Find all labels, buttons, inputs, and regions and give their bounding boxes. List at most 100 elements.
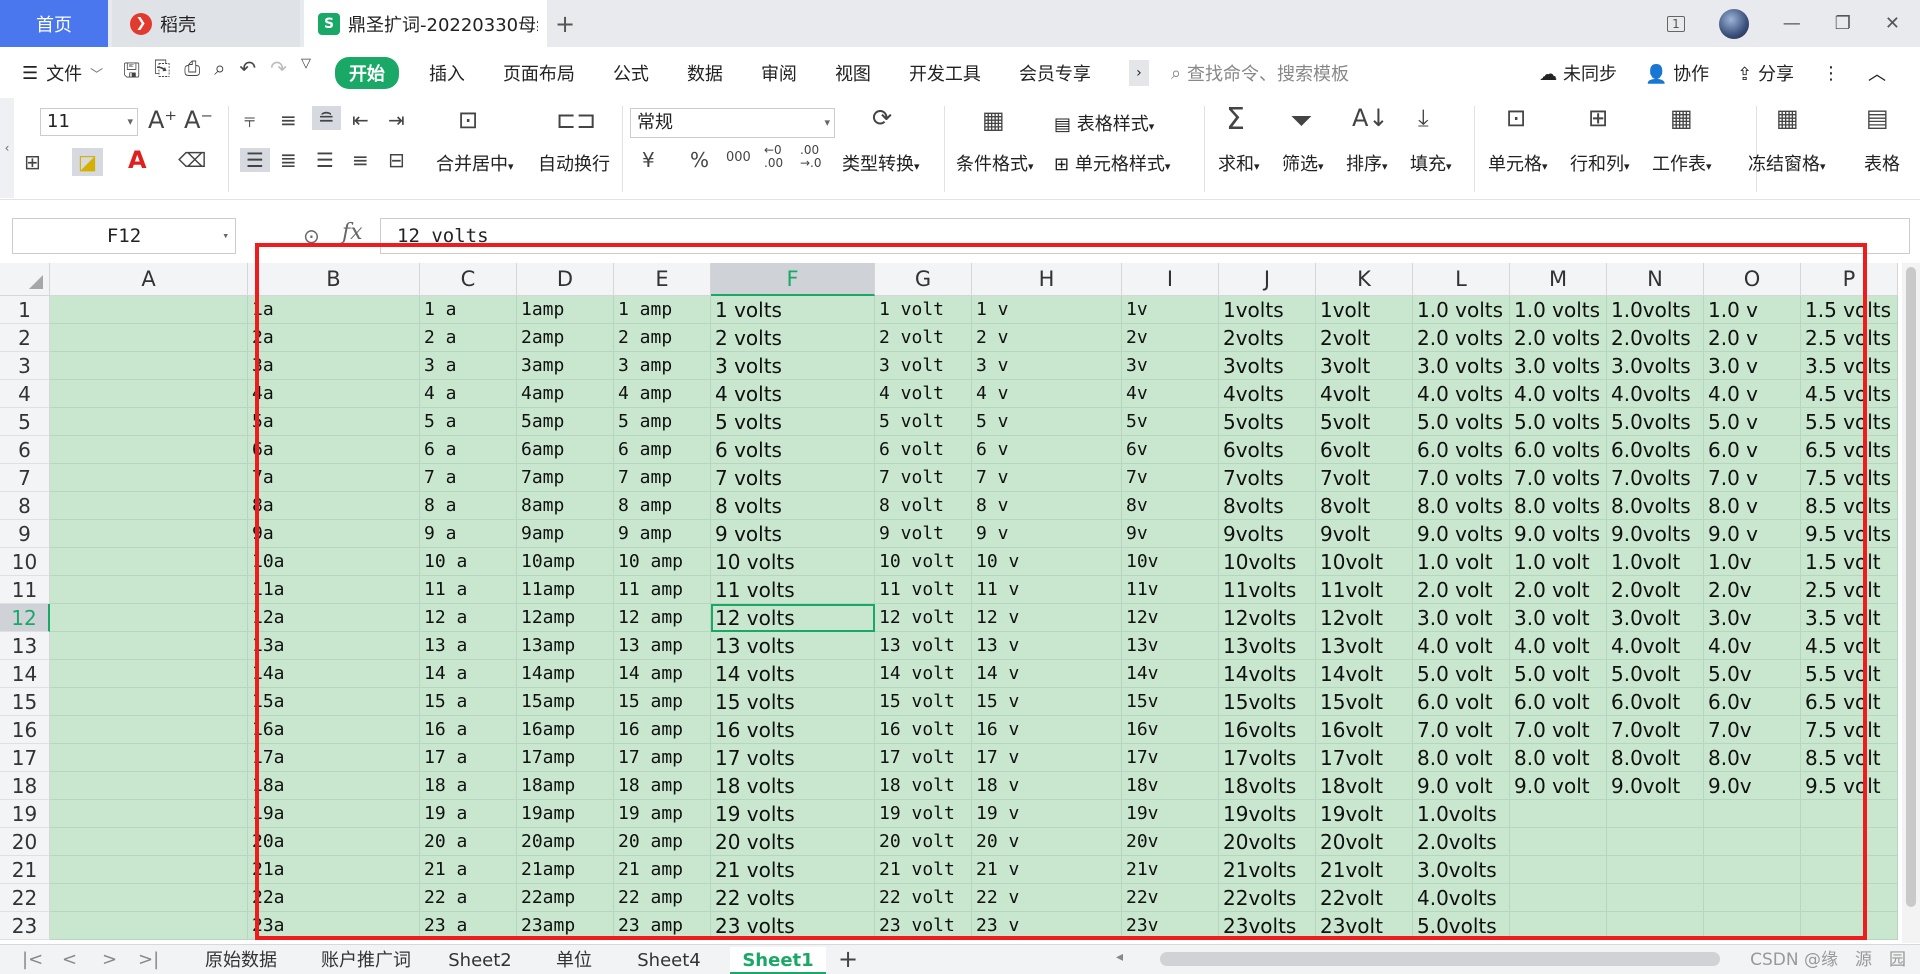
cell-P18[interactable]: 9.5 volt <box>1801 772 1898 800</box>
cell-E2[interactable]: 2 amp <box>614 324 711 352</box>
align-bottom-icon[interactable]: ≘ <box>312 106 341 130</box>
font-size-select[interactable]: 11 ▾ <box>40 108 138 136</box>
cell-M23[interactable] <box>1510 912 1607 940</box>
cell-D13[interactable]: 13amp <box>517 632 614 660</box>
cell-I16[interactable]: 16v <box>1122 716 1219 744</box>
cell-L16[interactable]: 7.0 volt <box>1413 716 1510 744</box>
cell-G13[interactable]: 13 volt <box>875 632 972 660</box>
cell-F22[interactable]: 22 volts <box>711 884 875 912</box>
rows-cols-icon[interactable]: ⊞ <box>1588 104 1608 132</box>
cell-F13[interactable]: 13 volts <box>711 632 875 660</box>
row-header-20[interactable]: 20 <box>0 828 50 856</box>
cell-O2[interactable]: 2.0 v <box>1704 324 1801 352</box>
cell-E3[interactable]: 3 amp <box>614 352 711 380</box>
cell-A3[interactable] <box>50 352 248 380</box>
align-left-icon[interactable]: ☰ <box>240 148 270 172</box>
cell-A2[interactable] <box>50 324 248 352</box>
cell-O21[interactable] <box>1704 856 1801 884</box>
tab-review[interactable]: 审阅 <box>761 60 797 86</box>
cell-G20[interactable]: 20 volt <box>875 828 972 856</box>
cell-G17[interactable]: 17 volt <box>875 744 972 772</box>
cell-K22[interactable]: 22volt <box>1316 884 1413 912</box>
cell-E9[interactable]: 9 amp <box>614 520 711 548</box>
tab-data[interactable]: 数据 <box>687 60 723 86</box>
more-tabs-chevron-icon[interactable]: › <box>1128 60 1149 86</box>
cell-C3[interactable]: 3 a <box>420 352 517 380</box>
cell-P12[interactable]: 3.5 volt <box>1801 604 1898 632</box>
cell-E17[interactable]: 17 amp <box>614 744 711 772</box>
cell-L5[interactable]: 5.0 volts <box>1413 408 1510 436</box>
cell-J1[interactable]: 1volts <box>1219 296 1316 324</box>
minimize-icon[interactable]: — <box>1783 13 1801 34</box>
row-header-18[interactable]: 18 <box>0 772 50 800</box>
column-header-B[interactable]: B <box>248 263 420 296</box>
close-icon[interactable]: ✕ <box>1885 13 1900 34</box>
cell-M20[interactable] <box>1510 828 1607 856</box>
cell-B3[interactable]: 3a <box>248 352 420 380</box>
cell-E14[interactable]: 14 amp <box>614 660 711 688</box>
cell-K14[interactable]: 14volt <box>1316 660 1413 688</box>
column-header-E[interactable]: E <box>614 263 711 296</box>
cell-O14[interactable]: 5.0v <box>1704 660 1801 688</box>
print-preview-icon[interactable]: ⌕ <box>214 56 225 90</box>
cell-D14[interactable]: 14amp <box>517 660 614 688</box>
cell-I21[interactable]: 21v <box>1122 856 1219 884</box>
cell-A18[interactable] <box>50 772 248 800</box>
cell-P21[interactable] <box>1801 856 1898 884</box>
cell-D22[interactable]: 22amp <box>517 884 614 912</box>
cell-J5[interactable]: 5volts <box>1219 408 1316 436</box>
cell-B16[interactable]: 16a <box>248 716 420 744</box>
cell-G19[interactable]: 19 volt <box>875 800 972 828</box>
cell-A17[interactable] <box>50 744 248 772</box>
cell-B20[interactable]: 20a <box>248 828 420 856</box>
cell-C9[interactable]: 9 a <box>420 520 517 548</box>
cell-F20[interactable]: 20 volts <box>711 828 875 856</box>
cell-C7[interactable]: 7 a <box>420 464 517 492</box>
cell-B21[interactable]: 21a <box>248 856 420 884</box>
cell-H4[interactable]: 4 v <box>972 380 1122 408</box>
cell-L10[interactable]: 1.0 volt <box>1413 548 1510 576</box>
cell-G21[interactable]: 21 volt <box>875 856 972 884</box>
cell-G22[interactable]: 22 volt <box>875 884 972 912</box>
cell-G9[interactable]: 9 volt <box>875 520 972 548</box>
cell-K1[interactable]: 1volt <box>1316 296 1413 324</box>
cell-F17[interactable]: 17 volts <box>711 744 875 772</box>
cell-I18[interactable]: 18v <box>1122 772 1219 800</box>
fill-icon[interactable]: ⤓ <box>1418 104 1429 132</box>
cell-A10[interactable] <box>50 548 248 576</box>
cell-M12[interactable]: 3.0 volt <box>1510 604 1607 632</box>
cell-E4[interactable]: 4 amp <box>614 380 711 408</box>
cell-D4[interactable]: 4amp <box>517 380 614 408</box>
cell-L2[interactable]: 2.0 volts <box>1413 324 1510 352</box>
cell-I9[interactable]: 9v <box>1122 520 1219 548</box>
formula-input[interactable]: 12 volts <box>380 218 1910 254</box>
cell-E13[interactable]: 13 amp <box>614 632 711 660</box>
cell-K16[interactable]: 16volt <box>1316 716 1413 744</box>
cell-P14[interactable]: 5.5 volt <box>1801 660 1898 688</box>
row-header-14[interactable]: 14 <box>0 660 50 688</box>
cell-N14[interactable]: 5.0volt <box>1607 660 1704 688</box>
cell-H1[interactable]: 1 v <box>972 296 1122 324</box>
cell-B23[interactable]: 23a <box>248 912 420 940</box>
file-menu[interactable]: ☰ 文件 ﹀ <box>22 60 103 86</box>
cell-M18[interactable]: 9.0 volt <box>1510 772 1607 800</box>
vertical-scrollbar-thumb[interactable] <box>1906 267 1916 907</box>
filter-button[interactable]: 筛选▾ <box>1282 150 1324 176</box>
insert-function-icon[interactable]: fx <box>342 220 363 245</box>
cell-B6[interactable]: 6a <box>248 436 420 464</box>
cell-O4[interactable]: 4.0 v <box>1704 380 1801 408</box>
row-header-7[interactable]: 7 <box>0 464 50 492</box>
sum-button[interactable]: 求和▾ <box>1218 150 1260 176</box>
cell-style-button[interactable]: ⊞ 单元格样式▾ <box>1054 150 1170 176</box>
cell-F18[interactable]: 18 volts <box>711 772 875 800</box>
cell-H5[interactable]: 5 v <box>972 408 1122 436</box>
cell-J15[interactable]: 15volts <box>1219 688 1316 716</box>
decrease-decimal-icon[interactable]: .00 →.0 <box>800 144 822 170</box>
worksheet-icon[interactable]: ▦ <box>1670 104 1693 132</box>
select-all-corner[interactable] <box>0 263 50 296</box>
currency-icon[interactable]: ¥ <box>642 148 655 172</box>
cell-N11[interactable]: 2.0volt <box>1607 576 1704 604</box>
column-header-G[interactable]: G <box>875 263 972 296</box>
sum-icon[interactable]: Σ <box>1226 102 1245 137</box>
cell-N20[interactable] <box>1607 828 1704 856</box>
